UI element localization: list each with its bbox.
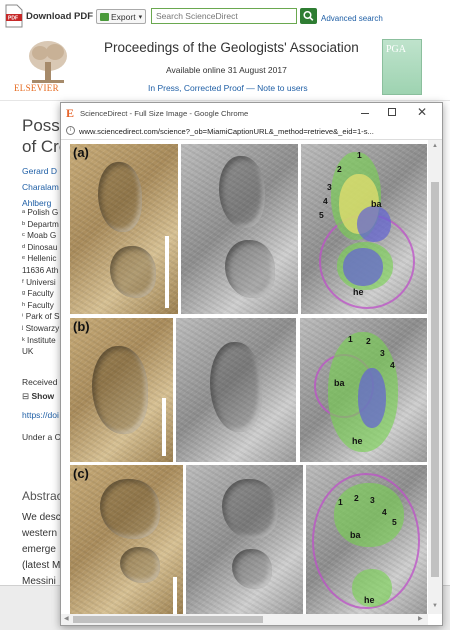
- digit-label: 2: [354, 493, 359, 503]
- advanced-search-link[interactable]: Advanced search: [321, 14, 383, 23]
- close-icon[interactable]: ✕: [417, 105, 427, 119]
- author-link[interactable]: Charalam: [22, 179, 59, 195]
- export-icon: [100, 12, 109, 21]
- vertical-scrollbar[interactable]: ▲ ▼: [428, 140, 442, 614]
- row-a-photo-panel: (a): [70, 144, 178, 314]
- export-label: Export: [111, 11, 136, 22]
- received-date: Received: [22, 377, 58, 387]
- window-title: ScienceDirect - Full Size Image - Google…: [80, 109, 249, 118]
- heel-zone-upper: [357, 206, 391, 242]
- digit-label: 4: [323, 196, 328, 206]
- digit-label: 4: [382, 507, 387, 517]
- zone-label-ba: ba: [371, 199, 382, 209]
- scroll-down-icon[interactable]: ▼: [432, 603, 438, 609]
- image-popup-window[interactable]: E ScienceDirect - Full Size Image - Goog…: [60, 102, 443, 626]
- affiliations: ᵃ Polish G ᵇ Departm ᶜ Moab G ᵈ Dinosau …: [22, 208, 60, 357]
- row-c-relief-panel: [186, 465, 303, 614]
- info-icon[interactable]: i: [66, 126, 75, 135]
- row-b-label: (b): [73, 319, 90, 334]
- digit-label: 3: [380, 348, 385, 358]
- scale-bar: [162, 398, 166, 456]
- zone-label-he: he: [353, 287, 364, 297]
- footprint: [219, 156, 265, 228]
- zone-label-he: he: [364, 595, 375, 605]
- digit-label: 4: [390, 360, 395, 370]
- scroll-right-icon[interactable]: ▶: [418, 615, 423, 622]
- row-b-photo-panel: (b): [70, 318, 173, 462]
- footprint: [110, 246, 156, 298]
- figure-image: (a) 1 2 3 4 5 ba he (b) 1 2 3 4 ba he (c…: [61, 140, 442, 614]
- horizontal-scrollbar[interactable]: ◀ ▶: [61, 614, 428, 625]
- footprint: [210, 342, 262, 432]
- row-b-relief-panel: [176, 318, 296, 462]
- elsevier-e-icon: E: [66, 106, 75, 120]
- row-a-label: (a): [73, 145, 89, 160]
- footprint: [232, 549, 272, 589]
- footprint: [120, 547, 160, 583]
- in-press-link[interactable]: In Press, Corrected Proof — Note to user…: [148, 83, 308, 93]
- download-pdf-link[interactable]: Download PDF: [26, 11, 93, 22]
- digit-label: 5: [392, 517, 397, 527]
- footprint: [98, 162, 142, 232]
- heel-zone: [343, 248, 383, 286]
- row-b-annotated-panel: 1 2 3 4 ba he: [300, 318, 427, 462]
- url-text[interactable]: www.sciencedirect.com/science?_ob=MiamiC…: [79, 127, 437, 136]
- elsevier-wordmark[interactable]: ELSEVIER: [14, 83, 59, 93]
- row-c-label: (c): [73, 466, 89, 481]
- search-input[interactable]: Search ScienceDirect: [151, 8, 297, 24]
- author-link[interactable]: Gerard D: [22, 163, 59, 179]
- address-bar[interactable]: i www.sciencedirect.com/science?_ob=Miam…: [61, 124, 442, 140]
- available-online-date: Available online 31 August 2017: [166, 65, 287, 75]
- row-c-annotated-panel: 1 2 3 4 5 ba he: [306, 465, 427, 614]
- top-toolbar: PDF Download PDF Export ▾ Search Science…: [0, 0, 450, 34]
- scroll-left-icon[interactable]: ◀: [64, 615, 69, 622]
- zone-label-ba: ba: [350, 530, 361, 540]
- vertical-scroll-thumb[interactable]: [431, 182, 439, 577]
- horizontal-scroll-thumb[interactable]: [73, 616, 263, 623]
- search-icon: [303, 10, 314, 21]
- row-c-photo-panel: (c): [70, 465, 183, 614]
- elsevier-tree-logo[interactable]: [26, 38, 70, 88]
- row-a-relief-panel: [181, 144, 298, 314]
- digit-label: 2: [366, 336, 371, 346]
- heel-zone: [358, 368, 386, 428]
- footprint: [92, 346, 148, 434]
- expand-icon: ⊟: [22, 391, 30, 401]
- window-titlebar[interactable]: E ScienceDirect - Full Size Image - Goog…: [61, 103, 442, 124]
- svg-text:PDF: PDF: [8, 16, 18, 22]
- author-list[interactable]: Gerard D Charalam Ahlberg: [22, 163, 59, 211]
- digit-zone: [334, 483, 404, 547]
- footprint: [222, 479, 278, 539]
- abstract-heading: Abstrac: [22, 489, 63, 503]
- digit-label: 1: [348, 334, 353, 344]
- minimize-icon[interactable]: [361, 113, 369, 114]
- cover-abbrev: PGA: [386, 44, 407, 55]
- journal-title[interactable]: Proceedings of the Geologists' Associati…: [104, 40, 359, 55]
- show-more-button[interactable]: ⊟ Show: [22, 391, 54, 402]
- zone-label-he: he: [352, 436, 363, 446]
- license-text: Under a C: [22, 432, 61, 442]
- header-divider: [0, 100, 450, 101]
- digit-label: 5: [319, 210, 324, 220]
- digit-label: 1: [357, 150, 362, 160]
- digit-label: 2: [337, 164, 342, 174]
- zone-label-ba: ba: [334, 378, 345, 388]
- abstract-text: We desc western emerge (latest M Messini: [22, 512, 61, 587]
- search-button[interactable]: [300, 8, 317, 24]
- digit-label: 3: [370, 495, 375, 505]
- maximize-icon[interactable]: [388, 108, 396, 116]
- scale-bar: [165, 236, 169, 308]
- export-button[interactable]: Export ▾: [96, 9, 146, 24]
- scroll-up-icon[interactable]: ▲: [432, 143, 438, 149]
- row-a-annotated-panel: 1 2 3 4 5 ba he: [301, 144, 427, 314]
- footprint: [100, 479, 160, 539]
- scale-bar: [173, 577, 177, 614]
- pdf-icon[interactable]: PDF: [5, 4, 23, 28]
- digit-label: 3: [327, 182, 332, 192]
- footprint: [225, 240, 275, 298]
- digit-label: 1: [338, 497, 343, 507]
- journal-cover[interactable]: PGA: [382, 39, 422, 95]
- chevron-down-icon: ▾: [138, 13, 143, 21]
- doi-link[interactable]: https://doi: [22, 410, 59, 420]
